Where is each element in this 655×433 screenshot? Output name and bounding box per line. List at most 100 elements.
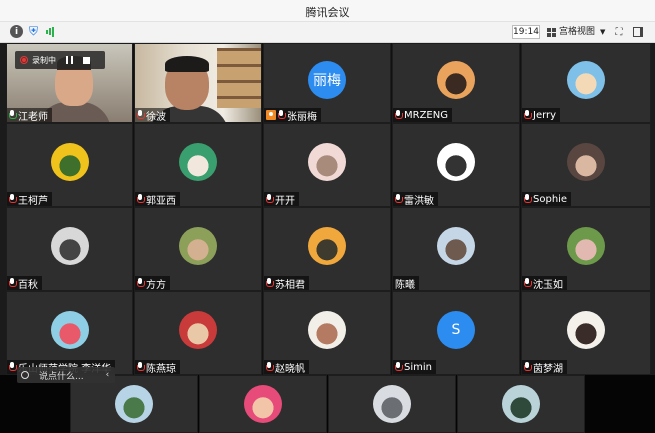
- participant-name-bar: 沈玉如: [522, 276, 567, 290]
- participant-tile[interactable]: 丽梅 张丽梅: [263, 43, 391, 123]
- participant-tile[interactable]: 沈玉如: [521, 207, 651, 291]
- mic-muted-icon: [524, 194, 532, 204]
- participant-name-bar: Jerry: [522, 108, 561, 122]
- pause-icon[interactable]: [66, 56, 73, 64]
- signal-icon[interactable]: [44, 25, 57, 38]
- participant-name: Jerry: [533, 109, 557, 121]
- participant-name: 郭亚西: [146, 195, 176, 207]
- participant-name-bar: 张丽梅: [264, 108, 321, 122]
- avatar: [373, 385, 411, 423]
- avatar: [437, 61, 475, 99]
- participant-tile[interactable]: 百秋: [6, 207, 133, 291]
- participant-name: Simin: [404, 361, 432, 373]
- participant-name: Sophie: [533, 193, 568, 205]
- mic-muted-icon: [9, 362, 17, 372]
- participant-tile[interactable]: 徐波: [134, 43, 262, 123]
- participant-tile[interactable]: 陈曦: [392, 207, 520, 291]
- avatar: [50, 143, 89, 181]
- participant-name: 赵晓帆: [275, 363, 305, 375]
- avatar: [437, 143, 475, 181]
- mic-muted-icon: [266, 194, 274, 204]
- participant-tile[interactable]: 苏相君: [263, 207, 391, 291]
- mic-muted-icon: [395, 362, 403, 372]
- shield-icon[interactable]: ⛨: [27, 24, 40, 38]
- participant-tile[interactable]: 方方: [134, 207, 262, 291]
- stop-icon[interactable]: [83, 56, 90, 64]
- participant-name-bar: 茵梦湖: [522, 360, 567, 374]
- participant-name-bar: 赵晓帆: [264, 360, 309, 374]
- participant-name-bar: 陈曦: [393, 276, 419, 290]
- view-mode-label: 宫格视图: [559, 27, 596, 37]
- avatar: [115, 385, 153, 423]
- participant-tile[interactable]: 郭亚西: [134, 123, 262, 207]
- mic-muted-icon: [137, 110, 145, 120]
- mic-muted-icon: [524, 362, 532, 372]
- participant-tile[interactable]: S Simin: [392, 291, 520, 375]
- avatar: [308, 227, 346, 265]
- participant-tile[interactable]: 雷洪敏: [392, 123, 520, 207]
- info-icon[interactable]: i: [10, 25, 23, 38]
- mic-muted-icon: [9, 194, 17, 204]
- participant-name-bar: 雷洪敏: [393, 192, 438, 206]
- chat-bar[interactable]: 说点什么... ‹: [17, 367, 116, 383]
- mic-muted-icon: [524, 110, 532, 120]
- avatar: [50, 227, 89, 265]
- participant-tile[interactable]: 陈燕琼: [134, 291, 262, 375]
- participant-grid: 江老师 录制中 徐波 丽梅 张丽梅 MRZENG Jerry 王柯芦 郭亚西 开开 雷洪敏 Sophi…: [6, 43, 651, 375]
- mic-muted-icon: [137, 362, 145, 372]
- view-mode-button[interactable]: 宫格视图 ▼: [547, 25, 605, 39]
- mic-on-icon: [9, 110, 17, 120]
- participant-tile[interactable]: MRZENG: [392, 43, 520, 123]
- chevron-down-icon: ▼: [600, 28, 606, 36]
- participant-tile[interactable]: 乐山师范学院 李洋华: [6, 291, 133, 375]
- avatar: [244, 385, 282, 423]
- participant-name: 张丽梅: [287, 111, 317, 123]
- participant-name-bar: 方方: [135, 276, 170, 290]
- chat-input[interactable]: 说点什么...: [39, 369, 84, 382]
- participant-tile[interactable]: 赵晓帆: [263, 291, 391, 375]
- participant-name: 开开: [275, 195, 295, 207]
- participant-name: MRZENG: [404, 109, 448, 121]
- sidebar-toggle-icon[interactable]: [632, 26, 644, 38]
- person-icon: [21, 371, 29, 379]
- fullscreen-icon[interactable]: ⛶: [613, 26, 625, 38]
- avatar: [179, 311, 217, 349]
- participant-tile[interactable]: 茵梦湖: [521, 291, 651, 375]
- participant-name: 百秋: [18, 279, 38, 291]
- meeting-time: 19:14: [512, 25, 540, 39]
- recording-indicator: 录制中: [15, 51, 105, 69]
- participant-tile[interactable]: [457, 375, 585, 433]
- avatar: [179, 227, 217, 265]
- avatar: [437, 227, 475, 265]
- participant-tile[interactable]: 王柯芦: [6, 123, 133, 207]
- participant-name-bar: 徐波: [135, 108, 170, 122]
- participant-tile[interactable]: 江老师 录制中: [6, 43, 133, 123]
- host-icon: [266, 110, 276, 120]
- participant-tile[interactable]: 开开: [263, 123, 391, 207]
- participant-tile[interactable]: [328, 375, 456, 433]
- avatar: [502, 385, 540, 423]
- window-title: 腾讯会议: [305, 6, 350, 19]
- participant-name-bar: 苏相君: [264, 276, 309, 290]
- meeting-toolbar: i ⛨ 19:14 宫格视图 ▼ ⛶: [0, 22, 655, 43]
- avatar: [179, 143, 217, 181]
- participant-name-bar: 百秋: [7, 276, 42, 290]
- participant-name: 苏相君: [275, 279, 305, 291]
- mic-muted-icon: [266, 362, 274, 372]
- participant-name: 茵梦湖: [533, 363, 563, 375]
- avatar: [50, 311, 89, 349]
- collapse-icon[interactable]: ‹: [106, 370, 110, 380]
- mic-muted-icon: [278, 110, 286, 120]
- participant-tile[interactable]: Sophie: [521, 123, 651, 207]
- participant-name: 陈燕琼: [146, 363, 176, 375]
- mic-muted-icon: [9, 278, 17, 288]
- participant-tile[interactable]: [70, 375, 198, 433]
- participant-name-bar: 陈燕琼: [135, 360, 180, 374]
- avatar: S: [437, 311, 475, 349]
- participant-tile[interactable]: Jerry: [521, 43, 651, 123]
- mic-muted-icon: [137, 278, 145, 288]
- participant-name-bar: MRZENG: [393, 108, 452, 122]
- participant-name: 沈玉如: [533, 279, 563, 291]
- participant-tile[interactable]: [199, 375, 327, 433]
- participant-name: 方方: [146, 279, 166, 291]
